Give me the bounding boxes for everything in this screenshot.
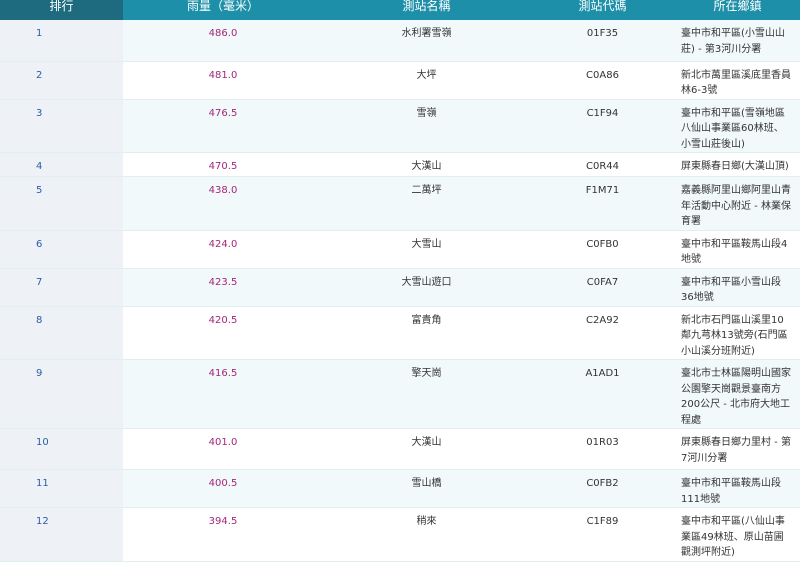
table-row: 2 481.0 大坪 C0A86 新北市萬里區溪底里香員林6-3號 — [0, 61, 800, 100]
rainfall-cell: 486.0 — [123, 20, 323, 62]
table-header-row: 排行 雨量（毫米） 測站名稱 測站代碼 所在鄉鎮 — [0, 0, 800, 20]
rainfall-ranking-table: 排行 雨量（毫米） 測站名稱 測站代碼 所在鄉鎮 1 486.0 水利署雪嶺 01F3… — [0, 0, 800, 562]
station-code-cell: C1F89 — [530, 507, 675, 562]
header-station-code[interactable]: 測站代碼 — [530, 0, 675, 20]
station-code-cell: C0R44 — [530, 152, 675, 177]
location-cell: 臺北市士林區陽明山國家公園擎天崗觀景臺南方200公尺 - 北市府大地工程處 — [675, 359, 800, 429]
station-name-cell: 大坪 — [323, 61, 530, 100]
table-row: 12 394.5 稍來 C1F89 臺中市和平區(八仙山事業區49林班、原山苗圃觀測坪附… — [0, 507, 800, 562]
rank-cell: 9 — [0, 359, 123, 429]
station-code-cell: 01F35 — [530, 20, 675, 62]
table-row: 7 423.5 大雪山遊口 C0FA7 臺中市和平區小雪山段36地號 — [0, 268, 800, 307]
station-name-cell: 雪山橋 — [323, 469, 530, 508]
station-name-cell: 大漢山 — [323, 152, 530, 177]
header-rank[interactable]: 排行 — [0, 0, 123, 20]
table-row: 5 438.0 二萬坪 F1M71 嘉義縣阿里山鄉阿里山青年活動中心附近 - 林業保育署 — [0, 176, 800, 231]
location-cell: 屏東縣春日鄉力里村 - 第7河川分署 — [675, 428, 800, 470]
location-cell: 新北市萬里區溪底里香員林6-3號 — [675, 61, 800, 100]
rainfall-cell: 400.5 — [123, 469, 323, 508]
station-code-cell: C2A92 — [530, 306, 675, 360]
rainfall-cell: 416.5 — [123, 359, 323, 429]
rainfall-cell: 423.5 — [123, 268, 323, 307]
station-code-cell: A1AD1 — [530, 359, 675, 429]
rainfall-cell: 420.5 — [123, 306, 323, 360]
rank-cell: 12 — [0, 507, 123, 562]
station-code-cell: C0FB2 — [530, 469, 675, 508]
rank-cell: 10 — [0, 428, 123, 470]
station-name-cell: 稍來 — [323, 507, 530, 562]
table-row: 9 416.5 擎天崗 A1AD1 臺北市士林區陽明山國家公園擎天崗觀景臺南方200公尺… — [0, 359, 800, 429]
rank-cell: 3 — [0, 99, 123, 153]
station-code-cell: C0A86 — [530, 61, 675, 100]
location-cell: 臺中市和平區鞍馬山段4地號 — [675, 230, 800, 269]
table-row: 3 476.5 雪嶺 C1F94 臺中市和平區(雪嶺地區八仙山事業區60林班、小雪山莊後… — [0, 99, 800, 153]
location-cell: 臺中市和平區小雪山段36地號 — [675, 268, 800, 307]
rank-cell: 1 — [0, 20, 123, 62]
rank-cell: 8 — [0, 306, 123, 360]
station-name-cell: 水利署雪嶺 — [323, 20, 530, 62]
table-row: 4 470.5 大漢山 C0R44 屏東縣春日鄉(大漢山頂) — [0, 152, 800, 177]
location-cell: 屏東縣春日鄉(大漢山頂) — [675, 152, 800, 177]
table-row: 11 400.5 雪山橋 C0FB2 臺中市和平區鞍馬山段111地號 — [0, 469, 800, 508]
location-cell: 新北市石門區山溪里10鄰九芎林13號旁(石門區小山溪分班附近) — [675, 306, 800, 360]
header-location[interactable]: 所在鄉鎮 — [675, 0, 800, 20]
rank-cell: 2 — [0, 61, 123, 100]
station-name-cell: 擎天崗 — [323, 359, 530, 429]
table-row: 8 420.5 富貴角 C2A92 新北市石門區山溪里10鄰九芎林13號旁(石門區小山溪… — [0, 306, 800, 360]
rank-cell: 6 — [0, 230, 123, 269]
station-name-cell: 大漢山 — [323, 428, 530, 470]
station-name-cell: 大雪山 — [323, 230, 530, 269]
rainfall-cell: 476.5 — [123, 99, 323, 153]
rainfall-cell: 424.0 — [123, 230, 323, 269]
station-name-cell: 雪嶺 — [323, 99, 530, 153]
station-code-cell: C0FA7 — [530, 268, 675, 307]
rank-cell: 7 — [0, 268, 123, 307]
table-row: 1 486.0 水利署雪嶺 01F35 臺中市和平區(小雪山山莊) - 第3河川分署 — [0, 20, 800, 62]
rainfall-cell: 481.0 — [123, 61, 323, 100]
header-station-name[interactable]: 測站名稱 — [323, 0, 530, 20]
rainfall-cell: 438.0 — [123, 176, 323, 231]
rainfall-cell: 470.5 — [123, 152, 323, 177]
location-cell: 臺中市和平區(八仙山事業區49林班、原山苗圃觀測坪附近) — [675, 507, 800, 562]
station-name-cell: 大雪山遊口 — [323, 268, 530, 307]
table-row: 6 424.0 大雪山 C0FB0 臺中市和平區鞍馬山段4地號 — [0, 230, 800, 269]
station-code-cell: C1F94 — [530, 99, 675, 153]
rainfall-cell: 394.5 — [123, 507, 323, 562]
location-cell: 嘉義縣阿里山鄉阿里山青年活動中心附近 - 林業保育署 — [675, 176, 800, 231]
station-name-cell: 富貴角 — [323, 306, 530, 360]
rank-cell: 11 — [0, 469, 123, 508]
station-name-cell: 二萬坪 — [323, 176, 530, 231]
station-code-cell: 01R03 — [530, 428, 675, 470]
rainfall-cell: 401.0 — [123, 428, 323, 470]
rank-cell: 4 — [0, 152, 123, 177]
table-row: 10 401.0 大漢山 01R03 屏東縣春日鄉力里村 - 第7河川分署 — [0, 428, 800, 470]
rank-cell: 5 — [0, 176, 123, 231]
location-cell: 臺中市和平區(雪嶺地區八仙山事業區60林班、小雪山莊後山) — [675, 99, 800, 153]
station-code-cell: C0FB0 — [530, 230, 675, 269]
location-cell: 臺中市和平區(小雪山山莊) - 第3河川分署 — [675, 20, 800, 62]
header-rainfall[interactable]: 雨量（毫米） — [123, 0, 323, 20]
location-cell: 臺中市和平區鞍馬山段111地號 — [675, 469, 800, 508]
station-code-cell: F1M71 — [530, 176, 675, 231]
